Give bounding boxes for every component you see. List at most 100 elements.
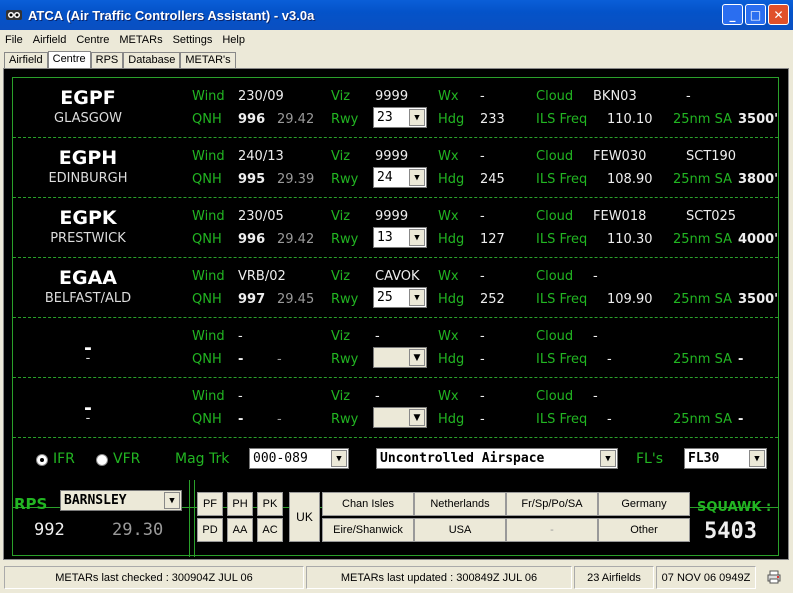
status-last-checked: METARs last checked : 300904Z JUL 06 — [4, 566, 304, 589]
close-button[interactable]: ✕ — [768, 4, 789, 25]
code-pk-button[interactable]: PK — [257, 492, 283, 516]
cloud-label: Cloud — [536, 209, 574, 224]
cloud-label: Cloud — [536, 269, 574, 284]
tab-database[interactable]: Database — [123, 52, 181, 68]
menu-help[interactable]: Help — [217, 34, 250, 46]
tab-airfield[interactable]: Airfield — [4, 52, 48, 68]
qnh-inches-value: - — [277, 412, 282, 427]
sa-value: - — [738, 412, 744, 427]
viz-label: Viz — [331, 269, 351, 284]
ils-label: ILS Freq — [536, 232, 588, 247]
ils-label: ILS Freq — [536, 112, 588, 127]
minimize-button[interactable]: _ — [722, 4, 743, 25]
uk-button[interactable]: UK — [289, 492, 320, 542]
runway-select[interactable]: ▼ — [373, 347, 427, 368]
viz-value: 9999 — [375, 89, 409, 104]
hdg-label: Hdg — [438, 412, 465, 427]
fr-sp-po-sa-button[interactable]: Fr/Sp/Po/SA — [506, 492, 598, 516]
runway-select[interactable]: ▼ — [373, 407, 427, 428]
printer-icon[interactable] — [766, 569, 782, 585]
ils-value: - — [607, 412, 612, 427]
chan-isles-button[interactable]: Chan Isles — [322, 492, 414, 516]
mag-trk-select[interactable]: 000-089 ▼ — [249, 448, 349, 469]
qnh-label: QNH — [192, 232, 222, 247]
rwy-label: Rwy — [331, 352, 359, 367]
sa-value: 3500' — [738, 112, 779, 127]
cloud-value-1: - — [593, 269, 598, 284]
menu-metars[interactable]: METARs — [114, 34, 167, 46]
wind-label: Wind — [192, 149, 225, 164]
wind-label: Wind — [192, 329, 225, 344]
sa-label: 25nm SA — [673, 292, 732, 307]
runway-select[interactable]: 25 ▼ — [373, 287, 427, 308]
menu-file[interactable]: File — [0, 34, 28, 46]
chevron-down-icon: ▼ — [749, 450, 765, 467]
blank-region-button[interactable]: - — [506, 518, 598, 542]
tab-centre[interactable]: Centre — [47, 51, 91, 68]
viz-value: - — [375, 389, 380, 404]
usa-button[interactable]: USA — [414, 518, 506, 542]
ils-value: - — [607, 352, 612, 367]
germany-button[interactable]: Germany — [598, 492, 690, 516]
ifr-radio[interactable] — [36, 454, 48, 466]
chevron-down-icon: ▼ — [409, 229, 425, 246]
tab-metars[interactable]: METAR's — [180, 52, 236, 68]
divider — [189, 480, 190, 557]
code-ac-button[interactable]: AC — [257, 518, 283, 542]
vfr-label: VFR — [113, 451, 141, 467]
runway-select[interactable]: 24 ▼ — [373, 167, 427, 188]
rwy-label: Rwy — [331, 292, 359, 307]
chevron-down-icon: ▼ — [164, 492, 180, 509]
divider — [194, 480, 195, 557]
qnh-value: 995 — [238, 172, 266, 187]
airspace-select[interactable]: Uncontrolled Airspace ▼ — [376, 448, 618, 469]
viz-value: 9999 — [375, 149, 409, 164]
wx-value: - — [480, 269, 485, 284]
cloud-value-1: - — [593, 389, 598, 404]
fl-select[interactable]: FL30 ▼ — [684, 448, 767, 469]
sa-value: 3800' — [738, 172, 779, 187]
qnh-value: - — [238, 412, 244, 427]
hdg-label: Hdg — [438, 352, 465, 367]
airfield-name: EDINBURGH — [48, 171, 128, 186]
wx-label: Wx — [438, 389, 459, 404]
wind-value: 230/05 — [238, 209, 284, 224]
hdg-label: Hdg — [438, 112, 465, 127]
viz-value: 9999 — [375, 209, 409, 224]
menu-settings[interactable]: Settings — [168, 34, 218, 46]
tab-rps[interactable]: RPS — [90, 52, 124, 68]
wx-label: Wx — [438, 329, 459, 344]
sa-label: 25nm SA — [673, 112, 732, 127]
viz-value: - — [375, 329, 380, 344]
code-pd-button[interactable]: PD — [197, 518, 223, 542]
status-datetime: 07 NOV 06 0949Z — [656, 566, 756, 589]
other-button[interactable]: Other — [598, 518, 690, 542]
cloud-label: Cloud — [536, 89, 574, 104]
ifr-label: IFR — [53, 451, 75, 467]
vfr-radio[interactable] — [96, 454, 108, 466]
runway-select[interactable]: 13 ▼ — [373, 227, 427, 248]
hdg-value: 245 — [480, 172, 505, 187]
menu-centre[interactable]: Centre — [71, 34, 114, 46]
wx-value: - — [480, 89, 485, 104]
runway-select[interactable]: 23 ▼ — [373, 107, 427, 128]
menu-airfield[interactable]: Airfield — [28, 34, 72, 46]
rps-region-select[interactable]: BARNSLEY ▼ — [60, 490, 182, 511]
netherlands-button[interactable]: Netherlands — [414, 492, 506, 516]
airfield-icao: EGPH — [58, 147, 118, 169]
eire-shanwick-button[interactable]: Eire/Shanwick — [322, 518, 414, 542]
tab-strip: Airfield Centre RPS Database METAR's — [4, 51, 236, 68]
code-ph-button[interactable]: PH — [227, 492, 253, 516]
hdg-value: - — [480, 412, 485, 427]
viz-label: Viz — [331, 329, 351, 344]
ils-label: ILS Freq — [536, 292, 588, 307]
code-aa-button[interactable]: AA — [227, 518, 253, 542]
code-pf-button[interactable]: PF — [197, 492, 223, 516]
airfield-row: EGAA BELFAST/ALD Wind VRB/02 QNH 997 29.… — [13, 258, 778, 318]
squawk-label: SQUAWK : — [697, 500, 772, 515]
qnh-inches-value: 29.42 — [277, 112, 315, 127]
qnh-label: QNH — [192, 112, 222, 127]
chevron-down-icon: ▼ — [409, 109, 425, 126]
maximize-button[interactable]: □ — [745, 4, 766, 25]
hdg-value: 252 — [480, 292, 505, 307]
